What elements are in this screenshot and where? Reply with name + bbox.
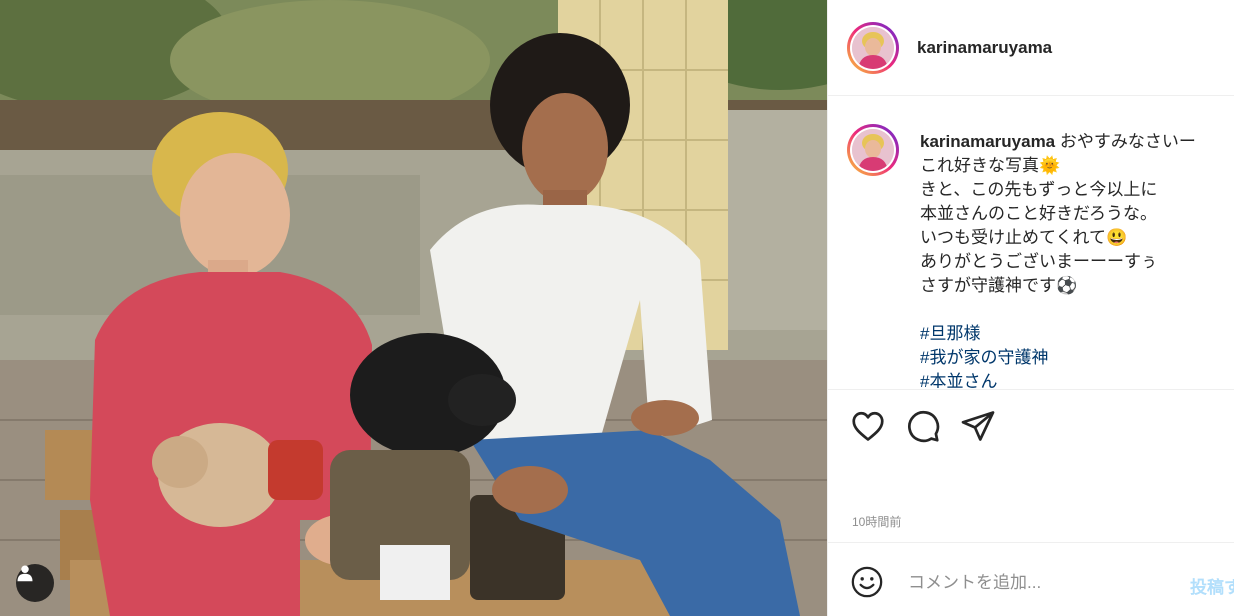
hashtag-link[interactable]: #我が家の守護神 <box>920 346 1230 370</box>
like-button[interactable] <box>850 408 886 444</box>
tagged-users-button[interactable] <box>16 564 54 602</box>
post-timestamp[interactable]: 10時間前 <box>852 513 901 530</box>
add-comment-section: 投稿する <box>828 542 1234 616</box>
caption-line: これ好きな写真🌞 <box>920 156 1061 175</box>
photo-illustration <box>0 0 827 616</box>
avatar-image <box>852 26 894 69</box>
caption-avatar[interactable] <box>847 124 899 176</box>
user-icon <box>17 565 33 582</box>
smiley-icon <box>851 566 883 598</box>
caption-line: いつも受け止めてくれて😃 <box>920 228 1128 247</box>
comment-button[interactable] <box>905 408 941 444</box>
hashtag-link[interactable]: #旦那様 <box>920 322 1230 346</box>
caption-text: karinamaruyama おやすみなさいー これ好きな写真🌞 きと、この先も… <box>920 130 1230 388</box>
caption-line: さすが守護神です⚽ <box>920 276 1078 295</box>
hashtag-link[interactable]: #本並さん <box>920 370 1230 388</box>
post-comment-button[interactable]: 投稿する <box>1190 573 1234 598</box>
caption-line: ありがとうございまーーーすぅ <box>920 252 1158 271</box>
caption-section: karinamaruyama おやすみなさいー これ好きな写真🌞 きと、この先も… <box>828 96 1234 388</box>
paper-plane-icon <box>961 411 995 441</box>
caption-line: 本並さんのこと好きだろうな。 <box>920 204 1157 223</box>
caption-username[interactable]: karinamaruyama <box>920 132 1055 151</box>
post-photo[interactable] <box>0 0 827 616</box>
comment-input[interactable] <box>906 567 1110 599</box>
heart-icon <box>852 411 884 441</box>
post-actions: 10時間前 <box>828 389 1234 541</box>
header-avatar[interactable] <box>847 21 899 74</box>
avatar-image <box>852 129 894 171</box>
comment-icon <box>908 410 940 443</box>
caption-line: おやすみなさいー <box>1059 132 1196 151</box>
caption-line: きと、この先もずっと今以上に <box>920 180 1158 199</box>
caption-first-line: karinamaruyama おやすみなさいー <box>920 130 1230 154</box>
share-button[interactable] <box>960 408 996 444</box>
emoji-button[interactable] <box>850 565 884 599</box>
header-username[interactable]: karinamaruyama <box>917 38 1052 58</box>
post-side-panel: karinamaruyama karinamaruyama おやすみなさいー こ… <box>827 0 1234 616</box>
post-header: karinamaruyama <box>828 0 1234 96</box>
